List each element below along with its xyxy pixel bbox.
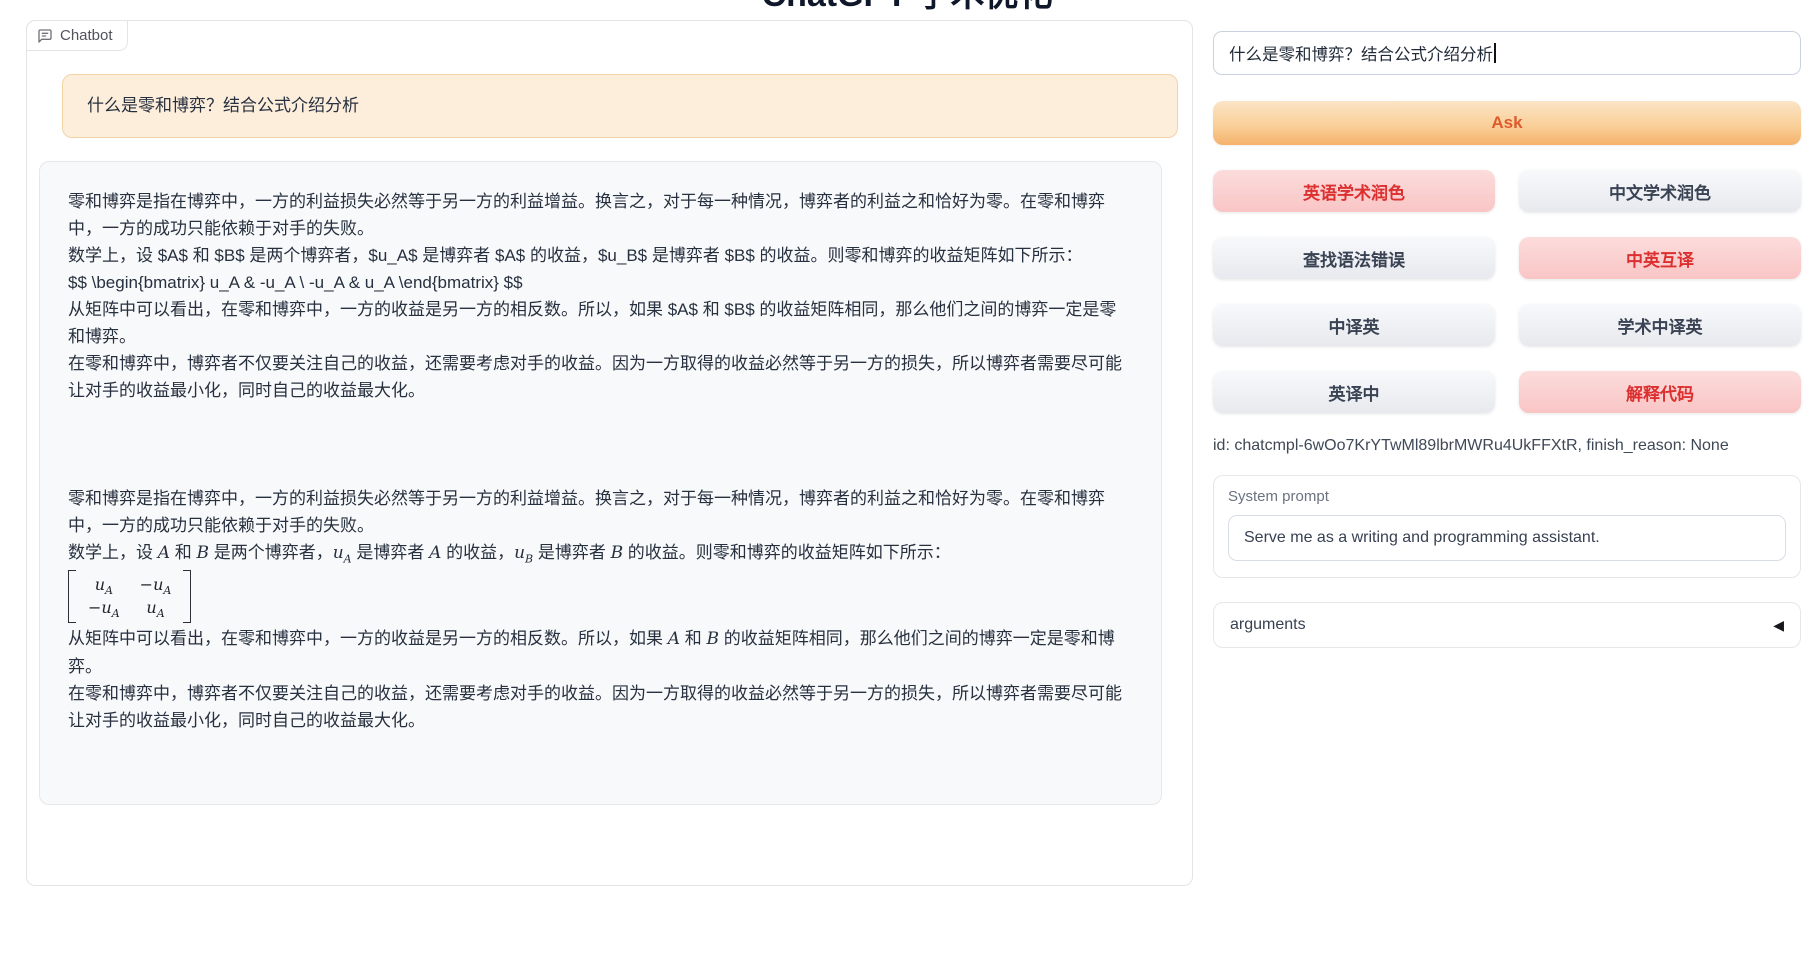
- bot-rendered-paragraph-3: 从矩阵中可以看出，在零和博弈中，一方的收益是另一方的相反数。所以，如果 A 和 …: [68, 625, 1133, 680]
- system-prompt-value: Serve me as a writing and programming as…: [1244, 529, 1600, 547]
- zh-academic-polish-button[interactable]: 中文学术润色: [1519, 170, 1801, 212]
- matrix-cell: −uA: [88, 597, 120, 619]
- bot-raw-paragraph-4: 在零和博弈中，博弈者不仅要关注自己的收益，还需要考虑对手的收益。因为一方取得的收…: [68, 350, 1133, 404]
- chatbot-label-text: Chatbot: [60, 27, 113, 44]
- en-academic-polish-button[interactable]: 英语学术润色: [1213, 170, 1495, 212]
- academic-zh-to-en-button[interactable]: 学术中译英: [1519, 304, 1801, 346]
- en-to-zh-button[interactable]: 英译中: [1213, 371, 1495, 413]
- chat-bubble-icon: [37, 28, 53, 44]
- page-title-clip: ChatGPT 学术优化: [0, 0, 1814, 10]
- response-status-line: id: chatcmpl-6wOo7KrYTwMl89lbrMWRu4UkFFX…: [1213, 437, 1801, 455]
- query-input[interactable]: 什么是零和博弈？结合公式介绍分析: [1213, 31, 1801, 75]
- query-input-value: 什么是零和博弈？结合公式介绍分析: [1229, 41, 1493, 65]
- matrix-left-bracket: [68, 570, 76, 623]
- explain-code-button[interactable]: 解释代码: [1519, 371, 1801, 413]
- matrix-cell: uA: [88, 574, 120, 596]
- matrix-right-bracket: [183, 570, 191, 623]
- bot-rendered-paragraph-2: 数学上，设 A 和 B 是两个博弈者，uA 是博弈者 A 的收益，uB 是博弈者…: [68, 539, 1133, 567]
- system-prompt-input[interactable]: Serve me as a writing and programming as…: [1228, 515, 1786, 561]
- collapse-arrow-icon: ◀: [1773, 617, 1784, 634]
- payoff-matrix: uA −uA −uA uA: [68, 567, 1133, 625]
- control-column: 什么是零和博弈？结合公式介绍分析 Ask 英语学术润色 中文学术润色 查找语法错…: [1213, 31, 1801, 648]
- bot-message-bubble: 零和博弈是指在博弈中，一方的利益损失必然等于另一方的利益增益。换言之，对于每一种…: [39, 161, 1162, 805]
- system-prompt-label: System prompt: [1228, 488, 1786, 505]
- ask-button[interactable]: Ask: [1213, 101, 1801, 145]
- arguments-accordion[interactable]: arguments ◀: [1213, 602, 1801, 648]
- arguments-accordion-label: arguments: [1230, 616, 1306, 634]
- system-prompt-group: System prompt Serve me as a writing and …: [1213, 475, 1801, 578]
- paragraph-gap: [68, 404, 1133, 485]
- chatbot-panel: Chatbot 什么是零和博弈？结合公式介绍分析 零和博弈是指在博弈中，一方的利…: [26, 20, 1193, 886]
- bot-raw-paragraph-2: 数学上，设 $A$ 和 $B$ 是两个博弈者，$u_A$ 是博弈者 $A$ 的收…: [68, 242, 1133, 269]
- find-grammar-errors-button[interactable]: 查找语法错误: [1213, 237, 1495, 279]
- user-message-text: 什么是零和博弈？结合公式介绍分析: [87, 96, 359, 115]
- user-message-bubble: 什么是零和博弈？结合公式介绍分析: [62, 74, 1178, 138]
- text-cursor: [1494, 43, 1496, 63]
- zh-to-en-button[interactable]: 中译英: [1213, 304, 1495, 346]
- bot-rendered-paragraph-1: 零和博弈是指在博弈中，一方的利益损失必然等于另一方的利益增益。换言之，对于每一种…: [68, 485, 1133, 539]
- bot-raw-paragraph-3: 从矩阵中可以看出，在零和博弈中，一方的收益是另一方的相反数。所以，如果 $A$ …: [68, 296, 1133, 350]
- bot-raw-latex-formula: $$ \begin{bmatrix} u_A & -u_A \ -u_A & u…: [68, 269, 1133, 296]
- matrix-cell: uA: [140, 597, 172, 619]
- action-button-grid: 英语学术润色 中文学术润色 查找语法错误 中英互译 中译英 学术中译英 英译中 …: [1213, 170, 1801, 413]
- bot-raw-paragraph-1: 零和博弈是指在博弈中，一方的利益损失必然等于另一方的利益增益。换言之，对于每一种…: [68, 188, 1133, 242]
- chatbot-label: Chatbot: [26, 20, 128, 51]
- page-title: ChatGPT 学术优化: [0, 0, 1814, 10]
- bot-rendered-paragraph-4: 在零和博弈中，博弈者不仅要关注自己的收益，还需要考虑对手的收益。因为一方取得的收…: [68, 680, 1133, 734]
- matrix-cell: −uA: [140, 574, 172, 596]
- zh-en-mutual-translate-button[interactable]: 中英互译: [1519, 237, 1801, 279]
